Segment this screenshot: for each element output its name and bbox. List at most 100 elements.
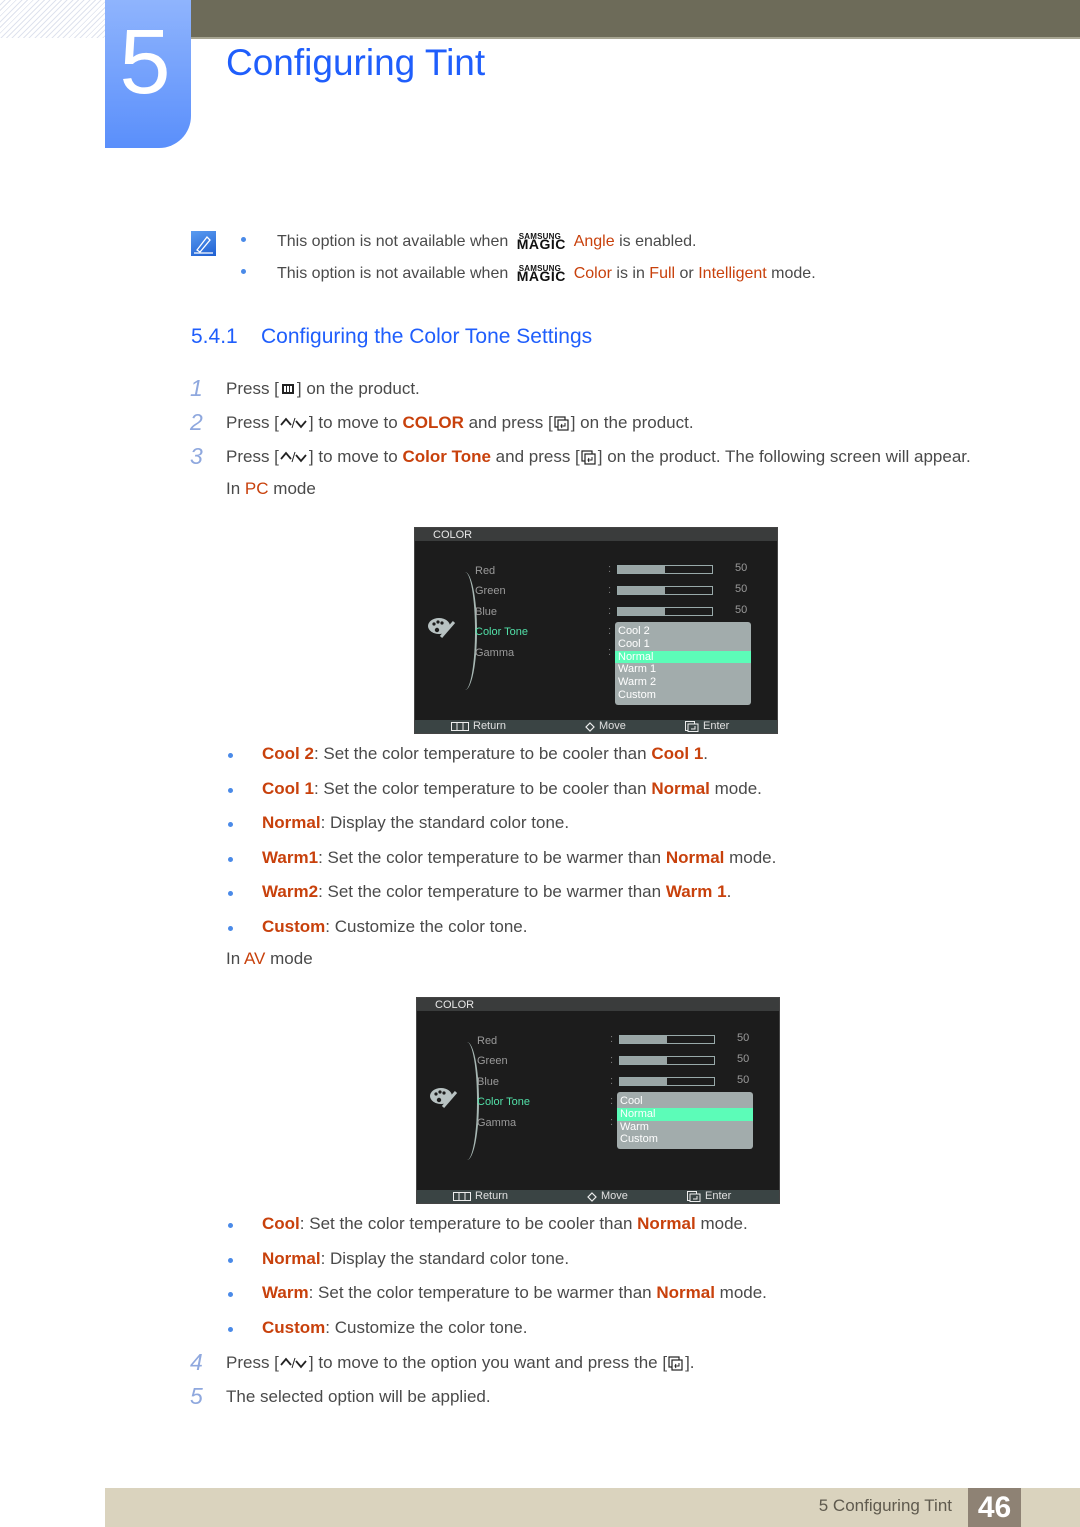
color-tone-option[interactable]: Cool (617, 1095, 753, 1108)
osd-item-red[interactable]: Red (475, 565, 495, 577)
chapter-number: 5 (119, 11, 171, 113)
color-tone-dropdown[interactable]: Cool 2 Cool 1 Normal Warm 1 Warm 2 Custom (615, 622, 751, 705)
osd-color-menu-av: COLOR Red Green Blue Color Tone Gamma : … (416, 997, 780, 1204)
color-tone-option[interactable]: Normal (615, 650, 751, 664)
option-reference: Normal (637, 1214, 696, 1233)
osd-item-blue[interactable]: Blue (475, 606, 497, 618)
osd-title: COLOR (417, 998, 779, 1011)
up-down-arrow-icon (279, 415, 309, 431)
red-slider[interactable] (619, 1035, 715, 1044)
osd-color-menu-pc: COLOR Red Green Blue Color Tone Gamma : … (414, 527, 778, 734)
enter-button-icon (687, 1191, 701, 1202)
page-footer: 5 Configuring Tint 46 (105, 1488, 1080, 1527)
option-description-item: Normal: Display the standard color tone. (226, 812, 776, 847)
menu-button-icon (453, 1192, 471, 1201)
option-description-item: Warm1: Set the color temperature to be w… (226, 847, 776, 882)
header-bar (185, 0, 1080, 39)
option-term: Custom (262, 916, 326, 936)
color-tone-option[interactable]: Custom (615, 689, 751, 702)
slider-fill (618, 608, 665, 615)
note-item: This option is not available when SAMSUN… (240, 228, 816, 260)
osd-item-color-tone[interactable]: Color Tone (477, 1096, 530, 1108)
enter-button-icon (580, 449, 598, 465)
osd-item-red[interactable]: Red (477, 1035, 497, 1047)
chapter-title: Configuring Tint (226, 42, 486, 83)
osd-item-green[interactable]: Green (477, 1055, 508, 1067)
enter-button-icon (667, 1355, 685, 1371)
av-option-list: Cool: Set the color temperature to be co… (226, 1213, 767, 1351)
step-2: 2 Press [] to move to COLOR and press [] … (190, 409, 694, 435)
step-3: 3 Press [] to move to Color Tone and pres… (190, 443, 971, 469)
option-term: Cool 2 (262, 744, 314, 763)
step-4: 4 Press [] to move to the option you want… (190, 1349, 695, 1375)
osd-footer: Return Move Enter (415, 720, 777, 733)
osd-item-blue[interactable]: Blue (477, 1076, 499, 1088)
option-term: Warm (262, 1283, 309, 1302)
section-heading: Configuring the Color Tone Settings (261, 325, 593, 348)
feature-name: Angle (573, 233, 615, 250)
option-description-item: Normal: Display the standard color tone. (226, 1248, 767, 1283)
color-tone-dropdown[interactable]: Cool Normal Warm Custom (617, 1092, 753, 1150)
slider-fill (620, 1036, 667, 1043)
option-reference: Normal (656, 1283, 715, 1302)
note-list: This option is not available when SAMSUN… (240, 228, 816, 292)
enter-button-icon (553, 415, 571, 431)
option-term: Warm1 (262, 847, 319, 867)
red-slider[interactable] (617, 565, 713, 574)
slider-fill (618, 566, 665, 573)
option-description-item: Warm: Set the color temperature to be wa… (226, 1282, 767, 1317)
green-slider[interactable] (617, 586, 713, 595)
slider-fill (620, 1078, 667, 1085)
option-reference: Cool 1 (651, 744, 704, 763)
option-reference: Normal (651, 778, 710, 798)
up-down-arrow-icon (585, 721, 595, 732)
blue-value: 50 (735, 604, 748, 616)
feature-name: Color (573, 265, 612, 282)
option-description-item: Cool: Set the color temperature to be co… (226, 1213, 767, 1248)
osd-title: COLOR (415, 528, 777, 541)
color-tone-option[interactable]: Cool 1 (615, 638, 751, 651)
osd-item-gamma[interactable]: Gamma (477, 1117, 516, 1129)
move-hint: Move (587, 1190, 628, 1203)
section-number: 5.4.1 (191, 325, 238, 348)
av-mode-label: In AV mode (226, 949, 313, 968)
osd-item-color-tone[interactable]: Color Tone (475, 626, 528, 638)
return-hint: Return (453, 1190, 508, 1203)
chapter-number-block: 5 (105, 0, 191, 148)
red-value: 50 (735, 562, 748, 574)
option-term: Custom (262, 1317, 326, 1337)
note-item: This option is not available when SAMSUN… (240, 260, 816, 292)
note-pencil-icon (191, 231, 216, 256)
color-tone-option[interactable]: Normal (617, 1107, 753, 1121)
option-reference: Normal (665, 847, 725, 867)
color-tone-option[interactable]: Warm 2 (615, 676, 751, 689)
osd-footer: Return Move Enter (417, 1190, 779, 1203)
option-term: Cool 1 (262, 778, 314, 798)
slider-fill (620, 1057, 667, 1064)
option-term: Normal (262, 813, 321, 832)
green-value: 50 (735, 583, 748, 595)
footer-chapter-label: 5 Configuring Tint (818, 1496, 952, 1515)
option-description-item: Custom: Customize the color tone. (226, 916, 776, 951)
blue-slider[interactable] (619, 1077, 715, 1086)
osd-item-green[interactable]: Green (475, 585, 506, 597)
option-description-item: Warm2: Set the color temperature to be w… (226, 881, 776, 916)
up-down-arrow-icon (587, 1191, 597, 1202)
option-description-item: Cool 2: Set the color temperature to be … (226, 743, 776, 778)
osd-item-gamma[interactable]: Gamma (475, 647, 514, 659)
option-description-item: Cool 1: Set the color temperature to be … (226, 778, 776, 813)
color-tone-option[interactable]: Cool 2 (615, 625, 751, 638)
green-value: 50 (737, 1053, 750, 1065)
up-down-arrow-icon (279, 1355, 309, 1371)
color-tone-option[interactable]: Warm 1 (615, 663, 751, 676)
palette-icon (427, 615, 457, 641)
option-term: Normal (262, 1248, 321, 1268)
color-tone-option[interactable]: Custom (617, 1133, 753, 1146)
red-value: 50 (737, 1032, 750, 1044)
section-title: 5.4.1 Configuring the Color Tone Settings (191, 325, 592, 349)
green-slider[interactable] (619, 1056, 715, 1065)
blue-slider[interactable] (617, 607, 713, 616)
color-tone-option[interactable]: Warm (617, 1121, 753, 1134)
step-5: 5 The selected option will be applied. (190, 1383, 491, 1409)
enter-hint: Enter (685, 720, 729, 733)
